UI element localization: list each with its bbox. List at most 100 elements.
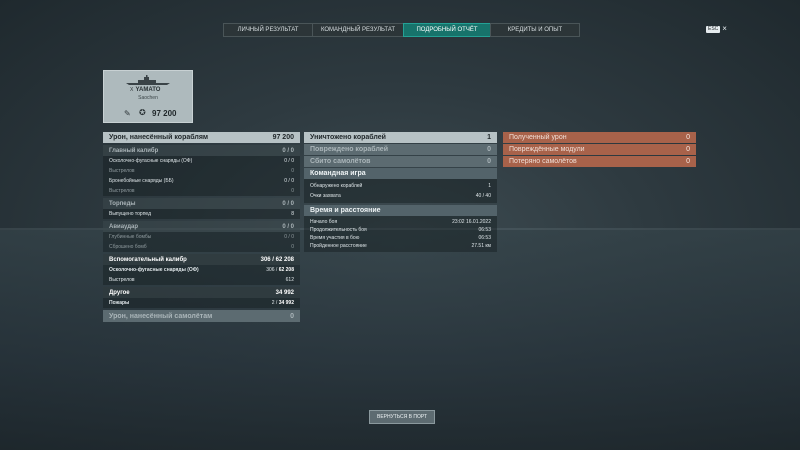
return-to-port-button[interactable]: ВЕРНУТЬСЯ В ПОРТ: [369, 410, 435, 424]
damage-to-ships-value: 97 200: [272, 134, 294, 141]
planes-shot-value: 0: [487, 158, 491, 165]
bombs-dropped-value: 0: [291, 244, 294, 250]
capture-points-label: Очки захвата: [310, 193, 341, 199]
results-panel: Уничтожено кораблей 1 Повреждено корабле…: [304, 132, 497, 252]
battle-start-row: Начало боя 23:02 16.01.2022: [304, 218, 497, 226]
bombs-dropped-label: Сброшено бомб: [109, 244, 147, 250]
planes-shot-label: Сбито самолётов: [310, 158, 371, 165]
he-shots-value: 0: [291, 168, 294, 174]
ribbon-icon: ✪: [139, 108, 146, 117]
airstrike-label: Авиаудар: [109, 223, 139, 230]
bombs-dropped-row: Сброшено бомб 0: [103, 242, 300, 252]
ship-damage-total: 97 200: [152, 109, 177, 118]
battle-duration-value: 06:53: [478, 227, 491, 233]
ship-card: X YAMATO Saochen ✎ ✪ 97 200: [103, 70, 193, 123]
ships-spotted-value: 1: [488, 183, 491, 189]
battle-duration-label: Продолжительность боя: [310, 227, 367, 233]
battle-start-value: 23:02 16.01.2022: [452, 219, 491, 225]
modules-damaged-value: 0: [686, 146, 690, 153]
he-shells-value: 0 / 0: [284, 158, 294, 164]
distance-label: Пройденное расстояние: [310, 243, 367, 249]
team-play-details: Обнаружено кораблей 1 Очки захвата 40 / …: [304, 179, 497, 203]
main-caliber-value: 0 / 0: [282, 147, 294, 154]
fires-value: 2 / 34 992: [271, 300, 294, 306]
he-shells-label: Осколочно-фугасные снаряды (ОФ): [109, 158, 193, 164]
secondary-caliber-row: Вспомогательный калибр 306 / 62 208: [103, 254, 300, 265]
airstrike-row: Авиаудар 0 / 0: [103, 221, 300, 232]
ap-shells-label: Бронебойные снаряды (ББ): [109, 178, 174, 184]
esc-key-icon: ESC: [706, 25, 721, 33]
secondary-caliber-value: 306 / 62 208: [260, 256, 294, 263]
ap-shots-value: 0: [291, 188, 294, 194]
he-shots-row: Выстрелов 0: [103, 166, 300, 176]
tab-credits-xp[interactable]: КРЕДИТЫ И ОПЫТ: [490, 23, 580, 37]
secondary-shots-row: Выстрелов 612: [103, 275, 300, 285]
team-play-label: Командная игра: [310, 170, 366, 177]
torpedoes-label: Торпеды: [109, 200, 136, 207]
team-play-header: Командная игра: [304, 168, 497, 179]
damage-received-row: Полученный урон 0: [503, 132, 696, 143]
losses-panel: Полученный урон 0 Повреждённые модули 0 …: [503, 132, 696, 167]
participation-time-row: Время участия в бою 06:53: [304, 234, 497, 242]
other-value: 34 992: [275, 289, 294, 296]
battle-duration-row: Продолжительность боя 06:53: [304, 226, 497, 234]
torpedoes-row: Торпеды 0 / 0: [103, 198, 300, 209]
tab-detailed-report[interactable]: ПОДРОБНЫЙ ОТЧЁТ: [403, 23, 491, 37]
battle-start-label: Начало боя: [310, 219, 338, 225]
airstrike-value: 0 / 0: [282, 223, 294, 230]
ship-silhouette-icon: [126, 75, 170, 85]
main-caliber-label: Главный калибр: [109, 147, 159, 154]
fires-row: Пожары 2 / 34 992: [103, 298, 300, 308]
damage-to-ships-label: Урон, нанесённый кораблям: [109, 134, 209, 141]
depth-charges-row: Глубинные бомбы 0 / 0: [103, 232, 300, 242]
depth-charges-value: 0 / 0: [284, 234, 294, 240]
damage-received-label: Полученный урон: [509, 134, 567, 141]
ships-destroyed-row: Уничтожено кораблей 1: [304, 132, 497, 143]
damage-received-value: 0: [686, 134, 690, 141]
close-icon: ×: [722, 24, 727, 33]
ap-shells-row: Бронебойные снаряды (ББ) 0 / 0: [103, 176, 300, 186]
damage-icon: ✎: [124, 109, 131, 118]
modules-damaged-label: Повреждённые модули: [509, 146, 585, 153]
distance-row: Пройденное расстояние 27.51 км: [304, 242, 497, 250]
capture-points-row: Очки захвата 40 / 40: [304, 191, 497, 201]
tab-personal-result[interactable]: ЛИЧНЫЙ РЕЗУЛЬТАТ: [223, 23, 313, 37]
close-button[interactable]: ESC ×: [706, 25, 727, 33]
planes-lost-row: Потеряно самолётов 0: [503, 156, 696, 167]
distance-value: 27.51 км: [471, 243, 491, 249]
ships-damaged-row: Повреждено кораблей 0: [304, 144, 497, 155]
aircraft-damage-label: Урон, нанесённый самолётам: [109, 312, 213, 320]
depth-charges-label: Глубинные бомбы: [109, 234, 152, 240]
planes-lost-value: 0: [686, 158, 690, 165]
aircraft-damage-value: 0: [290, 312, 294, 320]
torpedoes-launched-row: Выпущено торпед 8: [103, 209, 300, 219]
ships-spotted-label: Обнаружено кораблей: [310, 183, 363, 189]
ships-spotted-row: Обнаружено кораблей 1: [304, 181, 497, 191]
ap-shots-row: Выстрелов 0: [103, 186, 300, 196]
secondary-he-value: 306 / 62 208: [266, 267, 294, 273]
ship-name: YAMATO: [135, 87, 161, 93]
damage-panel: Урон, нанесённый кораблям 97 200 Главный…: [103, 132, 300, 322]
other-label: Другое: [109, 289, 130, 296]
participation-time-value: 06:53: [478, 235, 491, 241]
player-name: Saochen: [138, 95, 158, 101]
fires-label: Пожары: [109, 300, 130, 306]
time-distance-header: Время и расстояние: [304, 205, 497, 216]
tab-team-result[interactable]: КОМАНДНЫЙ РЕЗУЛЬТАТ: [312, 23, 404, 37]
ships-destroyed-value: 1: [487, 134, 491, 141]
ap-shots-label: Выстрелов: [109, 188, 135, 194]
capture-points-value: 40 / 40: [475, 193, 491, 199]
other-row: Другое 34 992: [103, 287, 300, 298]
report-tabs: ЛИЧНЫЙ РЕЗУЛЬТАТ КОМАНДНЫЙ РЕЗУЛЬТАТ ПОД…: [223, 23, 580, 37]
ships-destroyed-label: Уничтожено кораблей: [310, 134, 386, 141]
he-shells-row: Осколочно-фугасные снаряды (ОФ) 0 / 0: [103, 156, 300, 166]
torpedoes-value: 0 / 0: [282, 200, 294, 207]
modules-damaged-row: Повреждённые модули 0: [503, 144, 696, 155]
damage-to-ships-header: Урон, нанесённый кораблям 97 200: [103, 132, 300, 143]
secondary-he-label: Осколочно-фугасные снаряды (ОФ): [109, 267, 199, 273]
main-caliber-row: Главный калибр 0 / 0: [103, 145, 300, 156]
ships-damaged-label: Повреждено кораблей: [310, 146, 388, 153]
torpedoes-launched-value: 8: [291, 211, 294, 217]
participation-time-label: Время участия в бою: [310, 235, 360, 241]
secondary-caliber-label: Вспомогательный калибр: [109, 256, 187, 263]
